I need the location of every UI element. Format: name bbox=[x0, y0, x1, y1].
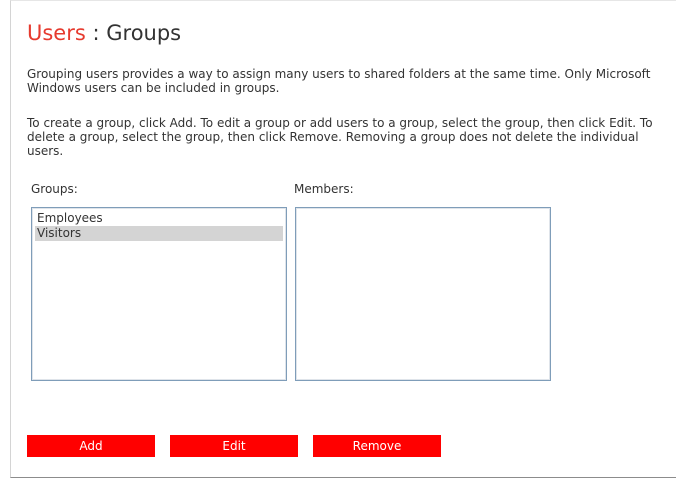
members-listbox[interactable] bbox=[295, 207, 551, 381]
breadcrumb-users[interactable]: Users bbox=[27, 21, 86, 45]
page-title: Users : Groups bbox=[27, 18, 181, 48]
description-paragraph-1: Grouping users provides a way to assign … bbox=[27, 67, 651, 95]
members-label: Members: bbox=[294, 182, 354, 196]
group-item-employees[interactable]: Employees bbox=[35, 211, 283, 226]
groups-listbox[interactable]: Employees Visitors bbox=[31, 207, 287, 381]
remove-button[interactable]: Remove bbox=[313, 435, 441, 457]
edit-button[interactable]: Edit bbox=[170, 435, 298, 457]
description-paragraph-2: To create a group, click Add. To edit a … bbox=[27, 116, 653, 158]
breadcrumb-separator: : bbox=[85, 21, 107, 45]
page-title-current: Groups bbox=[106, 21, 182, 45]
add-button[interactable]: Add bbox=[27, 435, 155, 457]
groups-label: Groups: bbox=[31, 182, 78, 196]
group-item-visitors[interactable]: Visitors bbox=[35, 226, 283, 241]
